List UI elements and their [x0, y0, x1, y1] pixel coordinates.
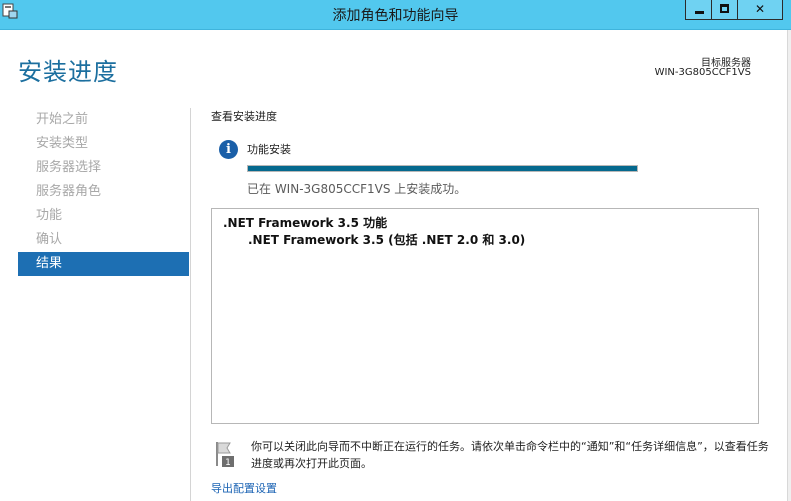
nav-item-features[interactable]: 功能 — [18, 204, 189, 228]
nav-item-results[interactable]: 结果 — [18, 252, 189, 276]
minimize-icon — [695, 11, 704, 14]
info-icon: i — [219, 140, 238, 159]
maximize-icon — [720, 4, 729, 13]
window-controls: ✕ — [685, 0, 783, 21]
window-title: 添加角色和功能向导 — [332, 8, 459, 24]
progress-fill — [248, 166, 637, 171]
minimize-button[interactable] — [685, 0, 712, 20]
export-configuration-link[interactable]: 导出配置设置 — [211, 480, 277, 496]
feature-install-label: 功能安装 — [247, 143, 291, 156]
wizard-steps-nav: 开始之前 安装类型 服务器选择 服务器角色 功能 确认 结果 — [18, 108, 189, 276]
maximize-button[interactable] — [711, 0, 738, 20]
page-title: 安装进度 — [18, 58, 118, 86]
section-title: 查看安装进度 — [211, 110, 277, 123]
close-wizard-note: 你可以关闭此向导而不中断正在运行的任务。请依次单击命令栏中的“通知”和“任务详细… — [251, 440, 769, 470]
nav-item-confirmation[interactable]: 确认 — [18, 228, 189, 252]
notification-flag-icon: 1 — [216, 442, 234, 468]
nav-item-server-selection[interactable]: 服务器选择 — [18, 156, 189, 180]
nav-item-installation-type[interactable]: 安装类型 — [18, 132, 189, 156]
title-bar[interactable]: 添加角色和功能向导 ✕ — [0, 0, 791, 30]
target-server-name: WIN-3G805CCF1VS — [654, 67, 751, 78]
window-edge — [787, 30, 791, 501]
nav-item-server-roles[interactable]: 服务器角色 — [18, 180, 189, 204]
nav-divider — [190, 108, 191, 501]
results-list[interactable]: .NET Framework 3.5 功能 .NET Framework 3.5… — [211, 208, 759, 424]
install-progress-bar — [247, 165, 638, 172]
result-feature: .NET Framework 3.5 功能 — [223, 216, 388, 230]
nav-item-before-you-begin[interactable]: 开始之前 — [18, 108, 189, 132]
svg-text:1: 1 — [225, 458, 231, 468]
result-subfeature: .NET Framework 3.5 (包括 .NET 2.0 和 3.0) — [248, 233, 526, 247]
install-status-message: 已在 WIN-3G805CCF1VS 上安装成功。 — [247, 182, 467, 196]
close-icon: ✕ — [754, 2, 766, 16]
close-button[interactable]: ✕ — [737, 0, 783, 20]
